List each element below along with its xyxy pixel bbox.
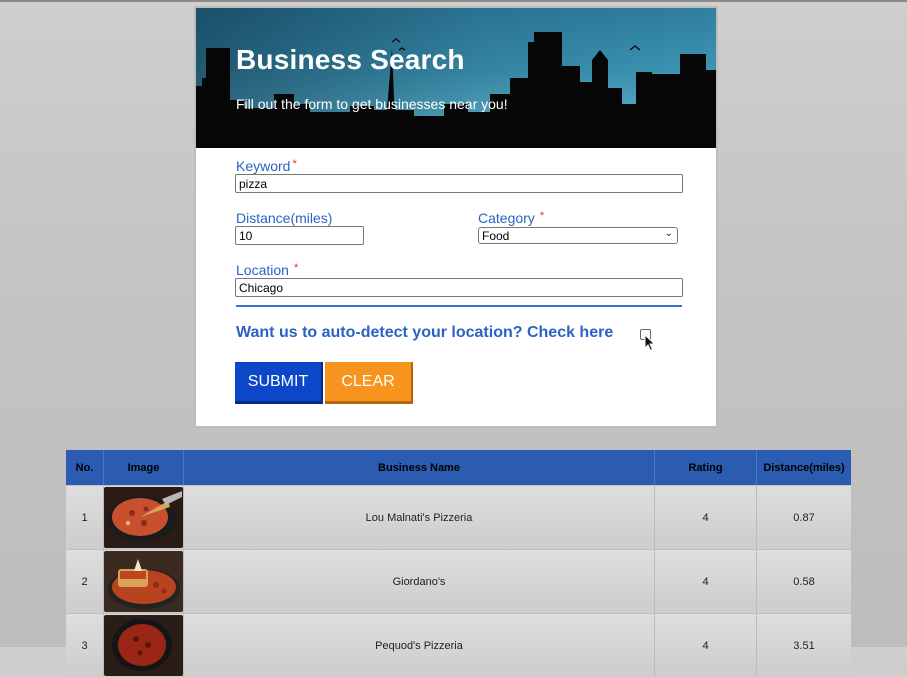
keyword-label-text: Keyword — [236, 158, 291, 174]
category-label: Category * — [478, 210, 544, 226]
pizza-thumbnail — [104, 615, 183, 676]
window-top-edge — [0, 0, 907, 2]
location-label: Location * — [236, 262, 298, 278]
distance-label: Distance(miles) — [236, 210, 332, 226]
category-selected-value: Food — [482, 229, 510, 243]
banner: Business Search Fill out the form to get… — [196, 8, 716, 148]
keyword-label: Keyword * — [236, 158, 297, 174]
row-number: 1 — [66, 486, 104, 549]
autodetect-label: Want us to auto-detect your location? Ch… — [236, 324, 614, 341]
header-image[interactable]: Image — [104, 450, 184, 485]
header-distance[interactable]: Distance(miles) — [757, 450, 851, 485]
form-divider — [236, 305, 682, 307]
business-rating: 4 — [655, 550, 757, 613]
business-rating: 4 — [655, 486, 757, 549]
chevron-down-icon: ⌄ — [664, 228, 673, 239]
city-skyline-image — [196, 32, 716, 148]
row-number: 2 — [66, 550, 104, 613]
header-business-name[interactable]: Business Name — [184, 450, 655, 485]
business-name[interactable]: Giordano's — [184, 550, 655, 613]
business-name[interactable]: Pequod's Pizzeria — [184, 614, 655, 677]
required-mark: * — [539, 210, 545, 222]
business-distance: 0.87 — [793, 511, 815, 524]
category-select[interactable]: Food ⌄ — [478, 227, 678, 244]
table-row: 3 Pequod's Pizzeria 4 3.51 — [66, 614, 851, 677]
location-label-text: Location — [236, 262, 289, 278]
banner-title: Business Search — [236, 44, 465, 75]
clear-button[interactable]: CLEAR — [325, 362, 413, 404]
banner-subtitle: Fill out the form to get businesses near… — [236, 96, 508, 112]
pizza-thumbnail — [104, 487, 183, 548]
mouse-cursor-icon — [644, 334, 656, 352]
business-search-form-card: Business Search Fill out the form to get… — [194, 6, 718, 428]
keyword-input[interactable] — [235, 174, 683, 193]
distance-label-text: Distance(miles) — [236, 210, 333, 226]
business-name[interactable]: Lou Malnati's Pizzeria — [184, 486, 655, 549]
category-label-text: Category — [478, 210, 535, 226]
pizza-thumbnail — [104, 551, 183, 612]
table-header: No. Image Business Name Rating Distance(… — [66, 450, 851, 485]
row-number: 3 — [66, 614, 104, 677]
distance-input[interactable] — [235, 226, 364, 245]
header-rating[interactable]: Rating — [655, 450, 757, 485]
required-mark: * — [292, 158, 297, 170]
submit-button[interactable]: SUBMIT — [235, 362, 323, 404]
location-input[interactable] — [235, 278, 683, 297]
business-distance: 0.58 — [793, 575, 815, 588]
header-no[interactable]: No. — [66, 450, 104, 485]
required-mark: * — [293, 262, 299, 274]
business-distance: 3.51 — [793, 639, 815, 652]
business-rating: 4 — [655, 614, 757, 677]
table-row: 1 Lou Malnati's Pizzeria 4 0.87 — [66, 486, 851, 549]
table-row: 2 Giordano's 4 0.58 — [66, 550, 851, 613]
